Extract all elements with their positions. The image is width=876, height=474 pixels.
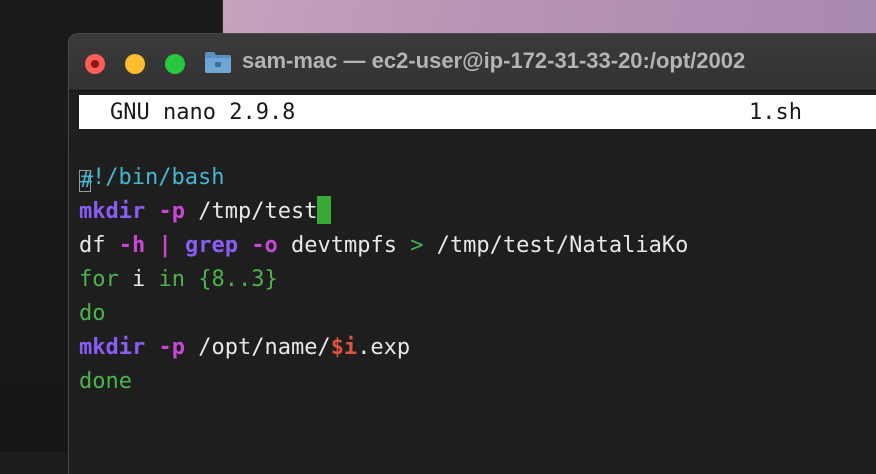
code-line-6: mkdir -p /opt/name/$i.exp <box>79 331 410 365</box>
terminal-content[interactable]: GNU nano 2.9.8 1.sh #!/bin/bash mkdir -p… <box>69 91 876 474</box>
pipe-operator: | <box>158 233 172 258</box>
range-expression: {8..3} <box>185 267 278 292</box>
flag: -h <box>118 233 146 258</box>
flag: -o <box>251 233 278 258</box>
command: mkdir <box>79 335 146 360</box>
code-line-1: #!/bin/bash <box>79 161 224 195</box>
window-title: sam-mac — ec2-user@ip-172-31-33-20:/opt/… <box>242 48 746 73</box>
command: mkdir <box>79 199 146 224</box>
argument: /tmp/test <box>184 199 318 224</box>
keyword: for <box>79 267 119 292</box>
keyword: do <box>79 301 106 326</box>
shebang-text: !/bin/bash <box>92 165 225 190</box>
code-line-4: for i in {8..3} <box>79 263 278 297</box>
variable: $i <box>330 335 358 360</box>
code-line-3: df -h | grep -o devtmpfs > /tmp/test/Nat… <box>79 229 688 263</box>
keyword: done <box>79 369 132 394</box>
flag: -p <box>158 335 185 360</box>
keyword: in <box>158 267 186 292</box>
terminal-window: sam-mac — ec2-user@ip-172-31-33-20:/opt/… <box>68 33 876 474</box>
code-line-7: done <box>79 365 132 399</box>
path-prefix: /opt/name/ <box>184 335 331 360</box>
terminal-cursor <box>317 196 332 224</box>
code-line-2: mkdir -p /tmp/test <box>79 195 332 229</box>
nano-header-bar: GNU nano 2.9.8 1.sh <box>79 95 876 129</box>
command: df <box>79 233 106 258</box>
path-suffix: .exp <box>357 335 411 360</box>
maximize-button[interactable] <box>165 54 185 74</box>
minimize-button[interactable] <box>125 54 145 74</box>
nano-version: GNU nano 2.9.8 <box>110 100 296 125</box>
destination-path: /tmp/test/NataliaKo <box>423 233 689 258</box>
title-bar[interactable]: sam-mac — ec2-user@ip-172-31-33-20:/opt/… <box>69 34 876 91</box>
loop-variable: i <box>118 267 159 292</box>
flag: -p <box>158 199 185 224</box>
command: grep <box>185 233 238 258</box>
argument: devtmpfs <box>277 233 411 258</box>
code-line-5: do <box>79 297 106 331</box>
nano-filename: 1.sh <box>749 100 802 125</box>
text-cursor-outline: # <box>79 168 94 193</box>
close-button[interactable] <box>85 54 105 74</box>
redirect-operator: > <box>410 233 424 258</box>
folder-icon <box>205 52 231 73</box>
